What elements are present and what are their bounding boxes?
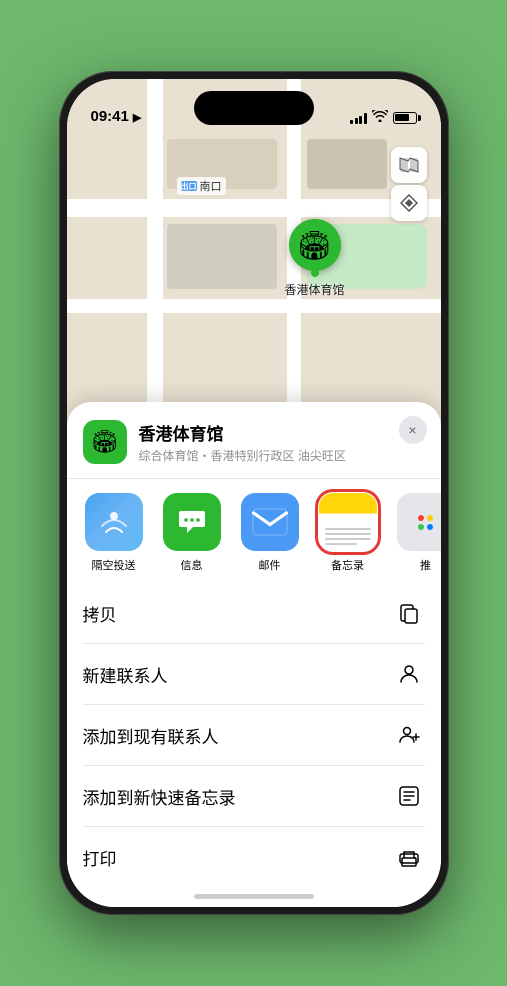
note-icon	[393, 780, 425, 812]
more-label: 推	[420, 557, 431, 573]
notes-icon-inner	[319, 493, 377, 551]
action-add-existing-contact[interactable]: 添加到现有联系人	[83, 705, 425, 766]
airdrop-icon-wrap	[85, 493, 143, 551]
phone-screen: 09:41 ▶	[67, 79, 441, 907]
status-bar: 09:41 ▶	[67, 79, 441, 133]
person-icon	[393, 658, 425, 690]
status-time: 09:41	[91, 108, 129, 127]
action-print[interactable]: 打印	[83, 827, 425, 887]
map-road	[67, 299, 441, 313]
action-new-contact[interactable]: 新建联系人	[83, 644, 425, 705]
pin-label: 香港体育馆	[285, 281, 345, 298]
share-item-more[interactable]: 推	[391, 493, 441, 573]
airdrop-label: 隔空投送	[92, 557, 136, 573]
map-type-button[interactable]	[391, 147, 427, 183]
venue-name: 香港体育馆	[139, 420, 425, 445]
action-copy-label: 拷贝	[83, 601, 117, 626]
venue-logo: 🏟	[83, 420, 127, 464]
location-arrow-icon: ▶	[133, 111, 141, 124]
map-label-nankou: 出口 南口	[177, 177, 226, 195]
bottom-sheet: 🏟 香港体育馆 综合体育馆・香港特别行政区 油尖旺区 ×	[67, 402, 441, 907]
wifi-icon	[372, 110, 388, 125]
share-row: 隔空投送 信息	[67, 479, 441, 583]
more-dots	[410, 507, 441, 538]
signal-icon	[350, 112, 367, 124]
mail-label: 邮件	[259, 557, 281, 573]
share-item-messages[interactable]: 信息	[157, 493, 227, 573]
action-print-label: 打印	[83, 845, 117, 870]
phone-frame: 09:41 ▶	[59, 71, 449, 915]
map-block	[307, 139, 387, 189]
location-button[interactable]	[391, 185, 427, 221]
share-item-mail[interactable]: 邮件	[235, 493, 305, 573]
action-add-quick-note[interactable]: 添加到新快速备忘录	[83, 766, 425, 827]
more-icon-wrap	[397, 493, 441, 551]
messages-label: 信息	[181, 557, 203, 573]
copy-icon	[393, 597, 425, 629]
home-indicator	[194, 894, 314, 899]
nankou-icon: 出口	[181, 181, 197, 191]
pin-icon: 🏟	[289, 219, 341, 271]
action-new-contact-label: 新建联系人	[83, 662, 168, 687]
venue-pin[interactable]: 🏟 香港体育馆	[285, 219, 345, 298]
notes-icon-wrap	[319, 493, 377, 551]
share-item-airdrop[interactable]: 隔空投送	[79, 493, 149, 573]
battery-icon	[393, 112, 417, 124]
person-add-icon	[393, 719, 425, 751]
close-button[interactable]: ×	[399, 416, 427, 444]
venue-info: 香港体育馆 综合体育馆・香港特别行政区 油尖旺区	[139, 420, 425, 464]
action-quick-note-label: 添加到新快速备忘录	[83, 784, 236, 809]
print-icon	[393, 841, 425, 873]
messages-icon-wrap	[163, 493, 221, 551]
status-icons	[350, 110, 417, 127]
pin-dot	[311, 269, 319, 277]
venue-header: 🏟 香港体育馆 综合体育馆・香港特别行政区 油尖旺区 ×	[67, 402, 441, 479]
mail-icon-wrap	[241, 493, 299, 551]
map-road	[67, 199, 441, 217]
map-block	[167, 224, 277, 289]
action-list: 拷贝 新建联系人	[67, 583, 441, 887]
venue-description: 综合体育馆・香港特别行政区 油尖旺区	[139, 447, 425, 464]
map-controls	[391, 147, 427, 221]
action-copy[interactable]: 拷贝	[83, 583, 425, 644]
notes-label: 备忘录	[331, 557, 364, 573]
action-add-existing-label: 添加到现有联系人	[83, 723, 219, 748]
share-item-notes[interactable]: 备忘录	[313, 493, 383, 573]
